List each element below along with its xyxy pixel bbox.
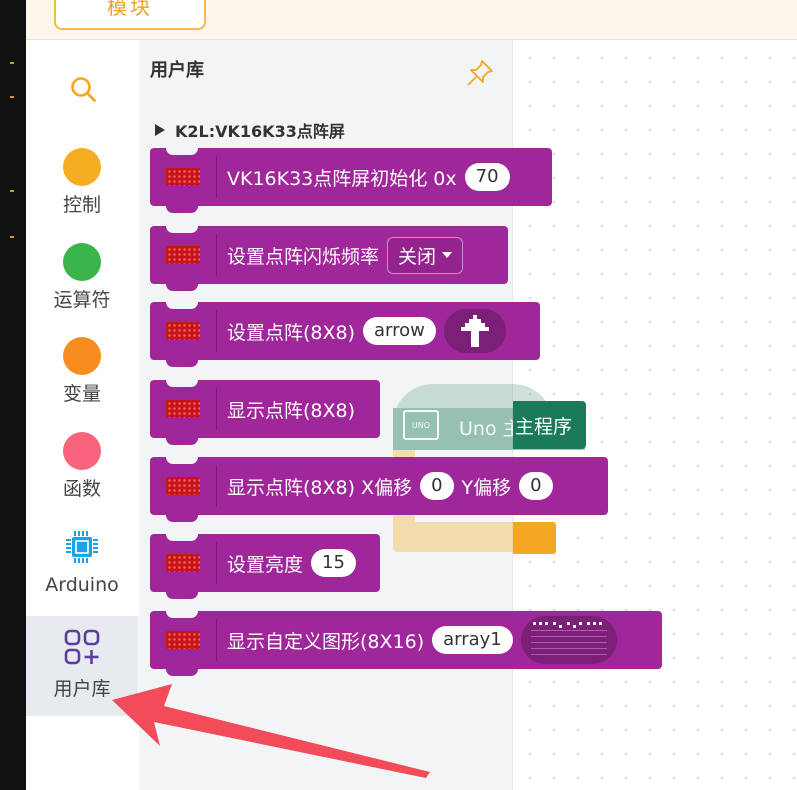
expand-triangle-icon bbox=[155, 124, 165, 136]
led-matrix-icon bbox=[166, 554, 200, 572]
block-set-matrix[interactable]: 设置点阵(8X8) arrow bbox=[150, 302, 540, 367]
category-variables[interactable]: 变量 bbox=[26, 337, 138, 406]
chip-icon bbox=[66, 531, 98, 563]
category-functions[interactable]: 函数 bbox=[26, 432, 138, 501]
block-label: 设置亮度 bbox=[227, 553, 304, 576]
category-sidebar: 控制 运算符 变量 函数 Arduino 用户库 bbox=[26, 40, 138, 790]
section-title: K2L:VK16K33点阵屏 bbox=[175, 122, 345, 141]
uno-board-icon: UNO bbox=[403, 410, 439, 440]
block-show-matrix[interactable]: 显示点阵(8X8) bbox=[150, 380, 380, 445]
category-label: 变量 bbox=[62, 383, 101, 405]
category-label: 函数 bbox=[62, 478, 101, 500]
block-brightness[interactable]: 设置亮度 15 bbox=[150, 534, 380, 599]
block-init[interactable]: VK16K33点阵屏初始化 0x 70 bbox=[150, 148, 552, 213]
chevron-down-icon bbox=[442, 252, 453, 258]
block-label: 设置点阵(8X8) bbox=[227, 321, 356, 344]
category-label: 运算符 bbox=[53, 289, 111, 311]
address-input[interactable]: 70 bbox=[464, 163, 510, 191]
blink-dropdown[interactable]: 关闭 bbox=[387, 236, 464, 274]
led-matrix-icon bbox=[166, 631, 200, 649]
operators-dot-icon bbox=[63, 243, 101, 281]
arrow-up-icon bbox=[460, 315, 489, 347]
arrow-pattern-preview[interactable] bbox=[443, 309, 506, 353]
pattern-input[interactable]: arrow bbox=[363, 317, 436, 345]
led-matrix-icon bbox=[166, 400, 200, 418]
block-label: VK16K33点阵屏初始化 0x bbox=[227, 167, 457, 190]
window-edge bbox=[0, 0, 26, 790]
block-label: 显示自定义图形(8X16) bbox=[227, 630, 425, 653]
functions-dot-icon bbox=[63, 432, 101, 470]
control-dot-icon bbox=[63, 148, 101, 186]
x-offset-input[interactable]: 0 bbox=[420, 472, 454, 500]
led-matrix-icon bbox=[166, 168, 200, 186]
block-label: 显示点阵(8X8) bbox=[227, 399, 356, 422]
pin-icon[interactable] bbox=[465, 58, 495, 88]
block-label: 设置点阵闪烁频率 bbox=[227, 245, 380, 268]
block-blink-rate[interactable]: 设置点阵闪烁频率 关闭 bbox=[150, 226, 508, 291]
category-user-library[interactable]: 用户库 bbox=[26, 616, 138, 716]
category-label: 控制 bbox=[62, 194, 101, 216]
block-show-matrix-offset[interactable]: 显示点阵(8X8) X偏移 0 Y偏移 0 bbox=[150, 457, 608, 522]
program-tail bbox=[513, 522, 556, 554]
program-header-right: 主程序 bbox=[513, 401, 586, 449]
custom-pattern-preview[interactable] bbox=[520, 616, 617, 664]
variables-dot-icon bbox=[63, 337, 101, 375]
section-header[interactable]: K2L:VK16K33点阵屏 bbox=[155, 118, 345, 142]
user-library-icon bbox=[64, 629, 100, 665]
led-matrix-icon bbox=[166, 246, 200, 264]
block-custom-shape[interactable]: 显示自定义图形(8X16) array1 bbox=[150, 611, 662, 676]
category-arduino[interactable]: Arduino bbox=[26, 528, 138, 596]
y-offset-input[interactable]: 0 bbox=[519, 472, 553, 500]
top-bar: 模块 bbox=[26, 0, 797, 40]
pixel-pattern-icon bbox=[530, 622, 607, 655]
led-matrix-icon bbox=[166, 477, 200, 495]
app-root: { "top": { "module_tab": "模块" }, "catego… bbox=[0, 0, 797, 790]
flyout-title: 用户库 bbox=[150, 60, 204, 81]
category-operators[interactable]: 运算符 bbox=[26, 243, 138, 312]
block-label-y: Y偏移 bbox=[461, 476, 512, 499]
category-label: 用户库 bbox=[53, 678, 111, 700]
category-label: Arduino bbox=[45, 574, 119, 596]
array-input[interactable]: array1 bbox=[432, 626, 513, 654]
search-icon[interactable] bbox=[69, 75, 99, 105]
module-tab[interactable]: 模块 bbox=[54, 0, 206, 30]
block-label: 显示点阵(8X8) X偏移 bbox=[227, 476, 413, 499]
brightness-input[interactable]: 15 bbox=[311, 549, 356, 577]
led-matrix-icon bbox=[166, 322, 200, 340]
category-control[interactable]: 控制 bbox=[26, 148, 138, 217]
